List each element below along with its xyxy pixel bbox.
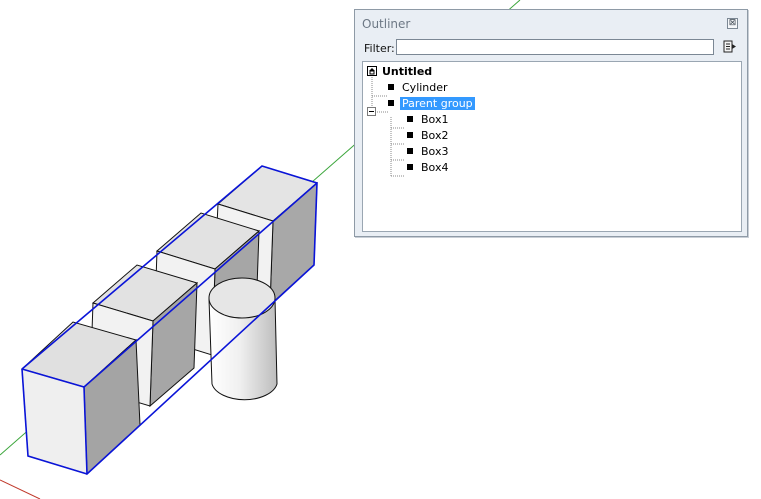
tree-item-label: Box2 [421, 129, 449, 142]
component-square-icon [407, 132, 413, 138]
tree-root-label: Untitled [382, 65, 433, 78]
tree-item-label: Parent group [400, 97, 475, 110]
tree-item-label: Box3 [421, 145, 449, 158]
tree-row-box3[interactable]: Box3 [407, 144, 450, 159]
tree-item-label: Cylinder [402, 81, 448, 94]
outliner-title: Outliner [362, 17, 411, 31]
component-square-icon [407, 148, 413, 154]
details-arrow-icon[interactable] [722, 39, 738, 55]
tree-row-parent-group[interactable]: Parent group [388, 96, 475, 111]
tree-row-root[interactable]: Untitled [367, 64, 434, 79]
model-house-icon [367, 66, 377, 76]
cylinder-solid[interactable] [208, 277, 278, 401]
collapse-toggle-icon[interactable] [367, 107, 376, 116]
outliner-window[interactable]: Outliner ⊠ Filter: Untitled Cylinder Par… [354, 9, 748, 237]
close-icon[interactable]: ⊠ [727, 18, 738, 29]
tree-item-label: Box4 [421, 161, 449, 174]
outliner-tree[interactable]: Untitled Cylinder Parent group Box1 Box2… [362, 61, 742, 232]
group-square-icon [388, 100, 394, 106]
tree-row-box4[interactable]: Box4 [407, 160, 450, 175]
tree-row-box1[interactable]: Box1 [407, 112, 450, 127]
red-axis [0, 479, 41, 499]
filter-label: Filter: [364, 42, 395, 55]
component-square-icon [407, 164, 413, 170]
component-square-icon [407, 116, 413, 122]
box1-solid[interactable] [21, 321, 141, 476]
component-square-icon [388, 84, 394, 90]
tree-row-cylinder[interactable]: Cylinder [388, 80, 450, 95]
tree-item-label: Box1 [421, 113, 449, 126]
tree-row-box2[interactable]: Box2 [407, 128, 450, 143]
filter-input[interactable] [396, 39, 714, 55]
